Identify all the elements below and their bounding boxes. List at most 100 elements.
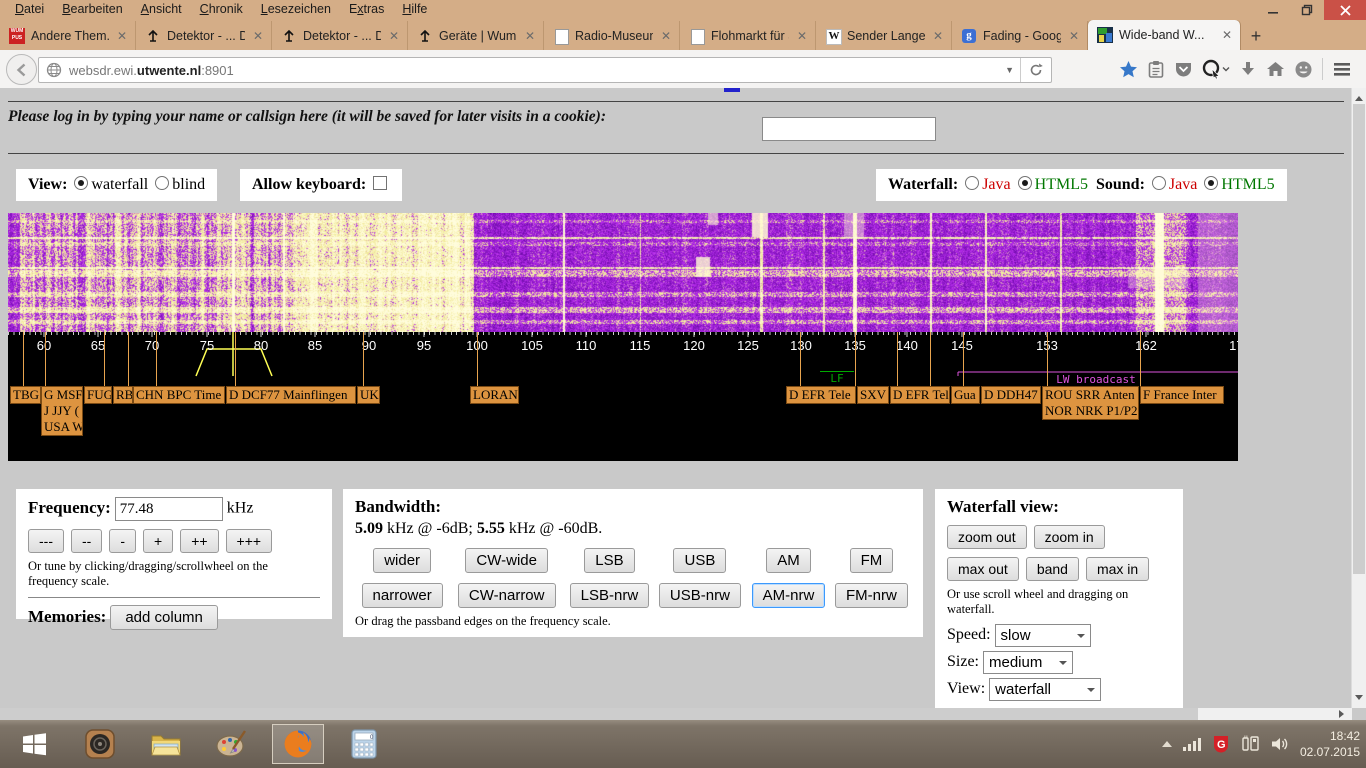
vertical-scrollbar[interactable] <box>1351 88 1366 708</box>
speed-select[interactable]: slow <box>995 624 1091 647</box>
lsb-button[interactable]: LSB <box>584 548 634 573</box>
narrower-button[interactable]: narrower <box>362 583 443 608</box>
tab-2[interactable]: Detektor - ... D...✕ <box>136 21 272 50</box>
scroll-up-arrow[interactable] <box>1355 92 1363 101</box>
am-button[interactable]: AM <box>766 548 811 573</box>
tab-5[interactable]: Radio-Museum Li...✕ <box>544 21 680 50</box>
hamburger-menu-icon[interactable] <box>1332 60 1352 78</box>
menu-item-ansicht[interactable]: Ansicht <box>132 0 191 20</box>
wider-button[interactable]: wider <box>373 548 431 573</box>
feedback-smiley-icon[interactable] <box>1294 60 1313 79</box>
bookmark-star-icon[interactable] <box>1119 60 1138 79</box>
usb-device-icon[interactable] <box>1240 734 1260 754</box>
view-blind-radio[interactable] <box>155 176 169 190</box>
menu-item-datei[interactable]: Datei <box>6 0 53 20</box>
zoom-out-button[interactable]: zoom out <box>947 525 1027 549</box>
tab-close-icon[interactable]: ✕ <box>251 29 265 43</box>
frequency-input[interactable] <box>115 497 223 521</box>
scroll-right-arrow[interactable] <box>1339 710 1348 718</box>
zoom-in-button[interactable]: zoom in <box>1034 525 1105 549</box>
scroll-down-arrow[interactable] <box>1355 695 1363 704</box>
--button[interactable]: - <box>109 529 136 553</box>
menu-item-chronik[interactable]: Chronik <box>191 0 252 20</box>
cw-wide-button[interactable]: CW-wide <box>465 548 548 573</box>
horizontal-scroll-thumb[interactable] <box>0 708 1198 720</box>
fm-button[interactable]: FM <box>850 548 894 573</box>
max-in-button[interactable]: max in <box>1086 557 1149 581</box>
waterfall-spectrogram[interactable] <box>8 213 1238 332</box>
paint-button[interactable] <box>206 724 258 764</box>
firefox-button[interactable] <box>272 724 324 764</box>
network-signal-icon[interactable] <box>1182 736 1202 752</box>
tab-6[interactable]: Flohmarkt für Sam...✕ <box>680 21 816 50</box>
cw-narrow-button[interactable]: CW-narrow <box>458 583 556 608</box>
tab-8[interactable]: gFading - Goog...✕ <box>952 21 1088 50</box>
usb-button[interactable]: USB <box>673 548 726 573</box>
band-button[interactable]: band <box>1026 557 1079 581</box>
file-explorer-button[interactable] <box>140 724 192 764</box>
passband-marker[interactable] <box>196 349 272 376</box>
menu-item-extras[interactable]: Extras <box>340 0 393 20</box>
url-dropdown-caret[interactable]: ▼ <box>999 65 1020 75</box>
tab-3[interactable]: Detektor - ... D...✕ <box>272 21 408 50</box>
size-select[interactable]: medium <box>983 651 1073 674</box>
max-out-button[interactable]: max out <box>947 557 1019 581</box>
gdata-shield-icon[interactable]: G <box>1212 734 1230 754</box>
station-label[interactable]: F France Inter <box>1140 386 1224 404</box>
sound-java-radio[interactable] <box>1152 176 1166 190</box>
audio-app-button[interactable] <box>74 724 126 764</box>
am-nrw-button[interactable]: AM-nrw <box>752 583 826 608</box>
--button[interactable]: +++ <box>226 529 273 553</box>
view-waterfall-radio[interactable] <box>74 176 88 190</box>
tab-7[interactable]: WSender Lange...✕ <box>816 21 952 50</box>
--button[interactable]: + <box>143 529 173 553</box>
station-label[interactable]: UK <box>357 386 380 404</box>
station-label[interactable]: D DDH47 <box>981 386 1041 404</box>
calculator-button[interactable]: 0 <box>338 724 390 764</box>
tab-close-icon[interactable]: ✕ <box>387 29 401 43</box>
home-icon[interactable] <box>1266 60 1285 78</box>
tab-4[interactable]: Geräte | Wum...✕ <box>408 21 544 50</box>
menu-item-hilfe[interactable]: Hilfe <box>393 0 436 20</box>
waterfall-java-radio[interactable] <box>965 176 979 190</box>
start-button[interactable] <box>8 724 60 764</box>
tab-close-icon[interactable]: ✕ <box>1220 28 1234 42</box>
tab-9[interactable]: Wide-band W...✕ <box>1088 20 1240 50</box>
menu-item-lesezeichen[interactable]: Lesezeichen <box>252 0 340 20</box>
sound-java-label[interactable]: Java <box>1169 176 1197 193</box>
tab-close-icon[interactable]: ✕ <box>523 29 537 43</box>
--button[interactable]: -- <box>71 529 102 553</box>
station-label[interactable]: D DCF77 Mainflingen <box>226 386 356 404</box>
station-label[interactable]: Gua <box>951 386 980 404</box>
new-tab-button[interactable]: + <box>1240 22 1272 50</box>
tab-close-icon[interactable]: ✕ <box>931 29 945 43</box>
view-blind-label[interactable]: blind <box>172 176 205 193</box>
station-label[interactable]: D EFR Tel <box>890 386 950 404</box>
tab-close-icon[interactable]: ✕ <box>1067 29 1081 43</box>
show-hidden-icons[interactable] <box>1162 736 1172 747</box>
sound-html5-label[interactable]: HTML5 <box>1221 176 1274 193</box>
usb-nrw-button[interactable]: USB-nrw <box>659 583 741 608</box>
tab-close-icon[interactable]: ✕ <box>795 29 809 43</box>
lsb-nrw-button[interactable]: LSB-nrw <box>570 583 650 608</box>
back-button[interactable] <box>6 54 37 85</box>
station-label[interactable]: FUG <box>84 386 112 404</box>
view-select[interactable]: waterfall <box>989 678 1101 701</box>
fm-nrw-button[interactable]: FM-nrw <box>835 583 908 608</box>
view-waterfall-label[interactable]: waterfall <box>91 176 148 193</box>
--button[interactable]: ++ <box>180 529 218 553</box>
horizontal-scrollbar[interactable] <box>0 708 1352 720</box>
menu-item-bearbeiten[interactable]: Bearbeiten <box>53 0 131 20</box>
frequency-scale[interactable]: 6065707580859095100105110115120125130135… <box>8 332 1238 461</box>
station-label[interactable]: D EFR Tele <box>786 386 856 404</box>
station-label[interactable]: LORAN <box>470 386 519 404</box>
clipboard-icon[interactable] <box>1147 60 1165 79</box>
taskbar-clock[interactable]: 18:42 02.07.2015 <box>1300 728 1360 760</box>
reload-button[interactable] <box>1020 58 1051 82</box>
minimize-button[interactable] <box>1256 0 1290 20</box>
station-label[interactable]: SXV <box>857 386 889 404</box>
tab-close-icon[interactable]: ✕ <box>115 29 129 43</box>
url-bar[interactable]: websdr.ewi.utwente.nl:8901 ▼ <box>38 57 1052 83</box>
--button[interactable]: --- <box>28 529 64 553</box>
station-label[interactable]: G MSFJ JJY (USA W <box>41 386 83 436</box>
